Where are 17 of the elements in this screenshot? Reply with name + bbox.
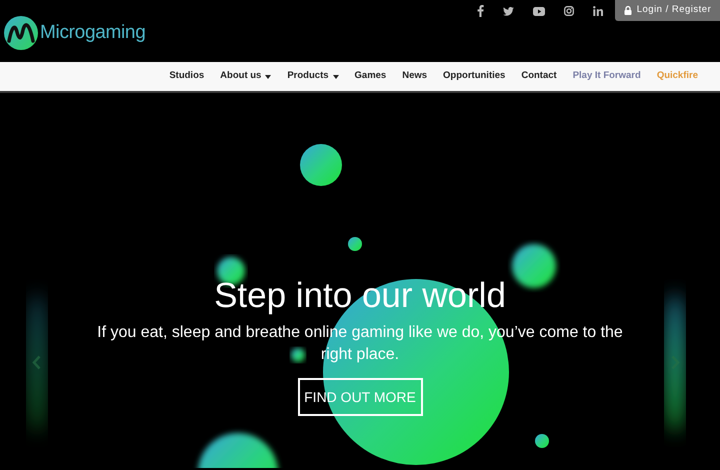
bird-icon[interactable] <box>503 6 514 16</box>
nav-link[interactable]: Products <box>287 69 339 84</box>
nav-link[interactable]: News <box>402 69 428 84</box>
nav-link[interactable]: Contact <box>521 69 557 84</box>
login-button[interactable]: Login / Register <box>615 0 720 21</box>
play-button-icon[interactable] <box>533 6 545 16</box>
camera-icon[interactable] <box>564 6 574 16</box>
nav-link[interactable]: Games <box>354 69 386 84</box>
logo-icon[interactable] <box>4 16 38 50</box>
logo-text[interactable]: Microgaming <box>40 18 146 48</box>
padlock-icon <box>624 6 632 15</box>
letter-f-icon[interactable] <box>477 5 484 17</box>
nav-link[interactable]: Play It Forward <box>572 69 641 84</box>
letters-in-icon[interactable] <box>593 6 603 16</box>
nav-link[interactable]: Opportunities <box>443 69 506 84</box>
nav-link[interactable]: About us <box>220 69 272 84</box>
nav-link[interactable]: Studios <box>169 69 204 84</box>
